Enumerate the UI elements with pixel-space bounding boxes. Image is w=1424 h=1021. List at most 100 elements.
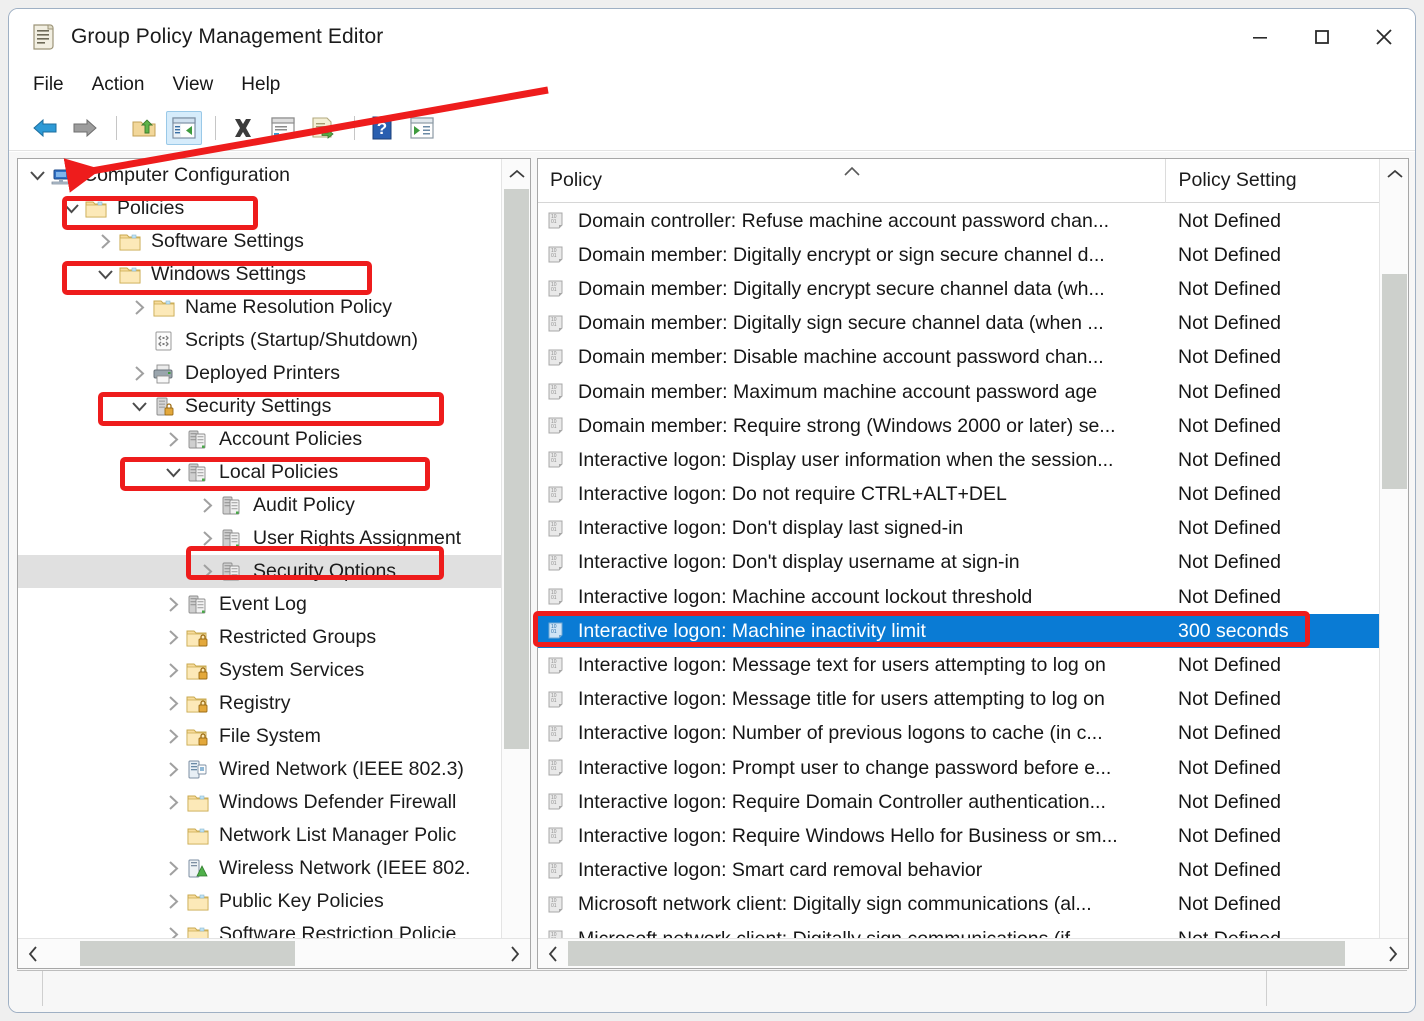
- chevron-right-icon[interactable]: [160, 860, 186, 877]
- chevron-right-icon[interactable]: [160, 926, 186, 938]
- show-hide-tree-icon[interactable]: [166, 110, 202, 145]
- chevron-right-icon[interactable]: [194, 530, 220, 547]
- tree-scroll-thumb[interactable]: [504, 189, 529, 749]
- chevron-left-icon[interactable]: [18, 939, 48, 968]
- folder-icon: [118, 231, 142, 253]
- minimize-icon[interactable]: [1229, 9, 1291, 65]
- table-row[interactable]: 1001 Microsoft network client: Digitally …: [538, 922, 1379, 938]
- tree-node-event-log[interactable]: Event Log: [18, 588, 501, 621]
- menu-help[interactable]: Help: [241, 72, 294, 98]
- properties-icon[interactable]: [265, 111, 301, 145]
- menu-view[interactable]: View: [172, 72, 227, 98]
- table-row[interactable]: 10 01 Domain member: Disable machine accou…: [538, 341, 1379, 375]
- tree-node-label: Scripts (Startup/Shutdown): [185, 328, 419, 351]
- list-hscroll-thumb[interactable]: [568, 941, 1345, 966]
- delete-icon[interactable]: [225, 111, 261, 145]
- table-row[interactable]: 10 01 Interactive logon: Display user info…: [538, 443, 1379, 477]
- tree-vertical-scrollbar[interactable]: [501, 159, 530, 968]
- tree-node-public-key-policies[interactable]: Public Key Policies: [18, 885, 501, 918]
- highlight-security-options: [186, 546, 444, 580]
- chevron-left-icon[interactable]: [538, 939, 568, 968]
- tree-node-network-list-manager-polic[interactable]: Network List Manager Polic: [18, 819, 501, 852]
- table-row[interactable]: 10 01 Interactive logon: Require Windows H…: [538, 819, 1379, 853]
- chevron-right-icon[interactable]: [92, 233, 118, 250]
- table-row[interactable]: 10 01 Domain member: Digitally encrypt or …: [538, 238, 1379, 272]
- column-header-policy-setting[interactable]: Policy Setting: [1166, 159, 1379, 203]
- policy-list[interactable]: 10 01 Domain controller: Refuse machine ac…: [538, 204, 1379, 938]
- chevron-right-icon[interactable]: [126, 299, 152, 316]
- list-scroll-thumb[interactable]: [1382, 274, 1407, 489]
- chevron-right-icon[interactable]: [160, 431, 186, 448]
- table-row[interactable]: 10 01 Domain member: Maximum machine accou…: [538, 375, 1379, 409]
- table-row[interactable]: 1001 Microsoft network client: Digitally …: [538, 888, 1379, 922]
- chevron-right-icon[interactable]: [126, 365, 152, 382]
- table-row[interactable]: 10 01 Interactive logon: Prompt user to ch…: [538, 751, 1379, 785]
- tree-horizontal-scrollbar[interactable]: [18, 938, 530, 968]
- chevron-right-icon[interactable]: [160, 629, 186, 646]
- forward-icon[interactable]: [67, 111, 103, 145]
- chevron-up-icon[interactable]: [1380, 159, 1408, 188]
- table-row[interactable]: 10 01 Interactive logon: Do not require CT…: [538, 478, 1379, 512]
- table-row[interactable]: 10 01 Interactive logon: Number of previou…: [538, 717, 1379, 751]
- tree-node-wired-network-ieee-802-3[interactable]: Wired Network (IEEE 802.3): [18, 753, 501, 786]
- policy-name-cell: Domain member: Digitally encrypt or sign…: [578, 243, 1105, 266]
- table-row[interactable]: 10 01 Interactive logon: Machine account l…: [538, 580, 1379, 614]
- table-row[interactable]: 10 01 Interactive logon: Don't display las…: [538, 512, 1379, 546]
- chevron-right-icon[interactable]: [160, 596, 186, 613]
- chevron-right-icon[interactable]: [160, 761, 186, 778]
- maximize-icon[interactable]: [1291, 9, 1353, 65]
- chevron-right-icon[interactable]: [160, 662, 186, 679]
- table-row[interactable]: 10 01 Domain member: Require strong (Windo…: [538, 409, 1379, 443]
- svg-text:01: 01: [551, 287, 557, 293]
- table-row[interactable]: 10 01 Interactive logon: Require Domain Co…: [538, 785, 1379, 819]
- close-icon[interactable]: [1353, 9, 1415, 65]
- table-row[interactable]: 10 01 Domain member: Digitally encrypt sec…: [538, 272, 1379, 306]
- column-header-policy[interactable]: Policy: [538, 159, 1167, 203]
- table-row[interactable]: 10 01 Domain member: Digitally sign secure…: [538, 307, 1379, 341]
- tree-node-account-policies[interactable]: Account Policies: [18, 423, 501, 456]
- chevron-right-icon[interactable]: [160, 794, 186, 811]
- up-one-level-icon[interactable]: [126, 111, 162, 145]
- chevron-right-icon[interactable]: [1378, 939, 1408, 968]
- chevron-right-icon[interactable]: [160, 695, 186, 712]
- tree-node-software-restriction-policie[interactable]: Software Restriction Policie: [18, 918, 501, 938]
- list-horizontal-scrollbar[interactable]: [538, 938, 1408, 968]
- svg-text:01: 01: [551, 834, 557, 840]
- folder-icon: [186, 924, 210, 938]
- chevron-down-icon[interactable]: [24, 170, 50, 181]
- list-vertical-scrollbar[interactable]: [1379, 159, 1408, 968]
- chevron-right-icon[interactable]: [160, 728, 186, 745]
- show-console-tree-icon[interactable]: [404, 111, 440, 145]
- menu-action[interactable]: Action: [92, 72, 159, 98]
- tree-hscroll-thumb[interactable]: [80, 941, 295, 966]
- table-row[interactable]: 10 01 Domain controller: Refuse machine ac…: [538, 204, 1379, 238]
- tree-node-deployed-printers[interactable]: Deployed Printers: [18, 357, 501, 390]
- chevron-right-icon[interactable]: [194, 497, 220, 514]
- table-row[interactable]: 10 01 Interactive logon: Don't display use…: [538, 546, 1379, 580]
- policy-setting-icon: 1001: [546, 347, 568, 369]
- tree-node-system-services[interactable]: System Services: [18, 654, 501, 687]
- tree-node-file-system[interactable]: File System: [18, 720, 501, 753]
- back-icon[interactable]: [27, 111, 63, 145]
- table-row[interactable]: 10 01 Interactive logon: Message title for…: [538, 683, 1379, 717]
- tree-node-scripts-startup-shutdown[interactable]: Scripts (Startup/Shutdown): [18, 324, 501, 357]
- table-row[interactable]: 10 01 Interactive logon: Message text for …: [538, 648, 1379, 682]
- tree-node-computer-configuration[interactable]: Computer Configuration: [18, 159, 501, 192]
- group-policy-management-editor-window: Group Policy Management Editor File Acti…: [8, 8, 1416, 1013]
- export-list-icon[interactable]: [305, 111, 341, 145]
- tree-node-windows-defender-firewall[interactable]: Windows Defender Firewall: [18, 786, 501, 819]
- chevron-up-icon[interactable]: [502, 159, 530, 188]
- help-icon[interactable]: ?: [364, 111, 400, 145]
- chevron-right-icon[interactable]: [500, 939, 530, 968]
- wired-network-icon: [186, 759, 210, 781]
- tree-node-name-resolution-policy[interactable]: Name Resolution Policy: [18, 291, 501, 324]
- chevron-right-icon[interactable]: [160, 893, 186, 910]
- tree-node-registry[interactable]: Registry: [18, 687, 501, 720]
- tree-node-restricted-groups[interactable]: Restricted Groups: [18, 621, 501, 654]
- tree-node-wireless-network-ieee-802[interactable]: Wireless Network (IEEE 802.: [18, 852, 501, 885]
- policy-setting-icon: 1001: [546, 210, 568, 232]
- menu-file[interactable]: File: [33, 72, 78, 98]
- tree-node-audit-policy[interactable]: Audit Policy: [18, 489, 501, 522]
- tree-node-label: Wired Network (IEEE 802.3): [219, 757, 464, 780]
- table-row[interactable]: 10 01 Interactive logon: Smart card remova…: [538, 854, 1379, 888]
